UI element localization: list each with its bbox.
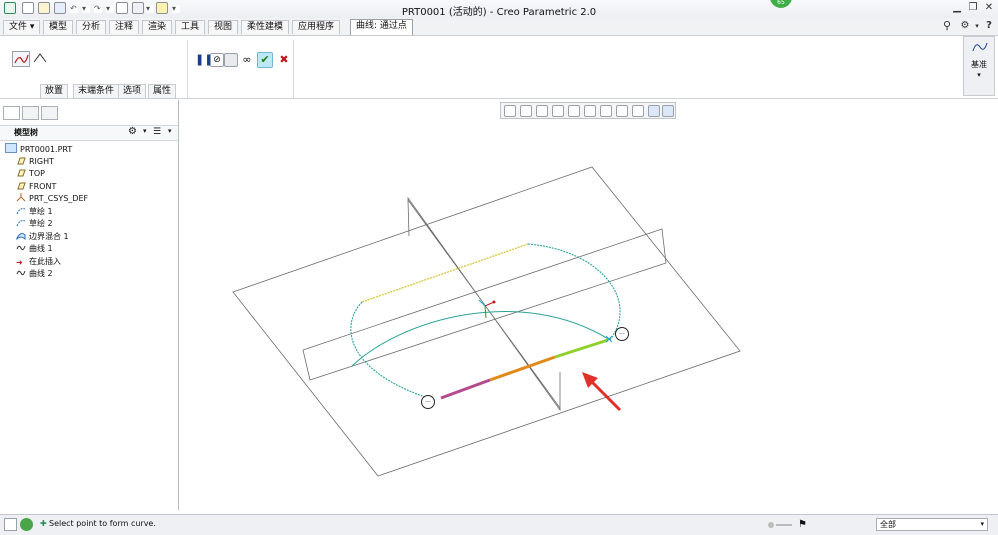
status-indicator-icon — [768, 522, 774, 528]
status-bar: ✚ Select point to form curve. ⚑ 全部 ▾ — [0, 514, 998, 535]
chevron-down-icon: ▾ — [980, 520, 984, 528]
end-point-marker[interactable]: ··· — [615, 327, 629, 341]
curve-2-segment-a[interactable] — [440, 378, 491, 400]
progress-track — [776, 524, 792, 526]
curve-2-segment-c[interactable] — [554, 338, 609, 359]
svg-text:···: ··· — [619, 331, 625, 338]
status-message: Select point to form curve. — [49, 519, 156, 528]
tree-toggle-icon[interactable] — [4, 518, 17, 531]
svg-text:···: ··· — [425, 399, 431, 406]
datum-plane-right[interactable] — [407, 196, 561, 412]
graphics-window[interactable]: ··· ··· — [0, 0, 998, 534]
datum-plane-top[interactable] — [232, 166, 741, 477]
regen-manager-icon[interactable]: ⚑ — [796, 518, 809, 531]
sketch-2-curve-left[interactable] — [350, 301, 429, 399]
sketch-1-curve[interactable] — [361, 243, 529, 303]
browser-toggle-icon[interactable] — [20, 518, 33, 531]
message-icon: ✚ — [40, 519, 47, 528]
selection-filter[interactable]: 全部 ▾ — [876, 518, 988, 531]
start-point-marker[interactable]: ··· — [421, 395, 435, 409]
curve-1[interactable] — [351, 311, 611, 367]
annotation-arrow — [582, 372, 622, 412]
curve-2-segment-b[interactable] — [489, 355, 556, 382]
